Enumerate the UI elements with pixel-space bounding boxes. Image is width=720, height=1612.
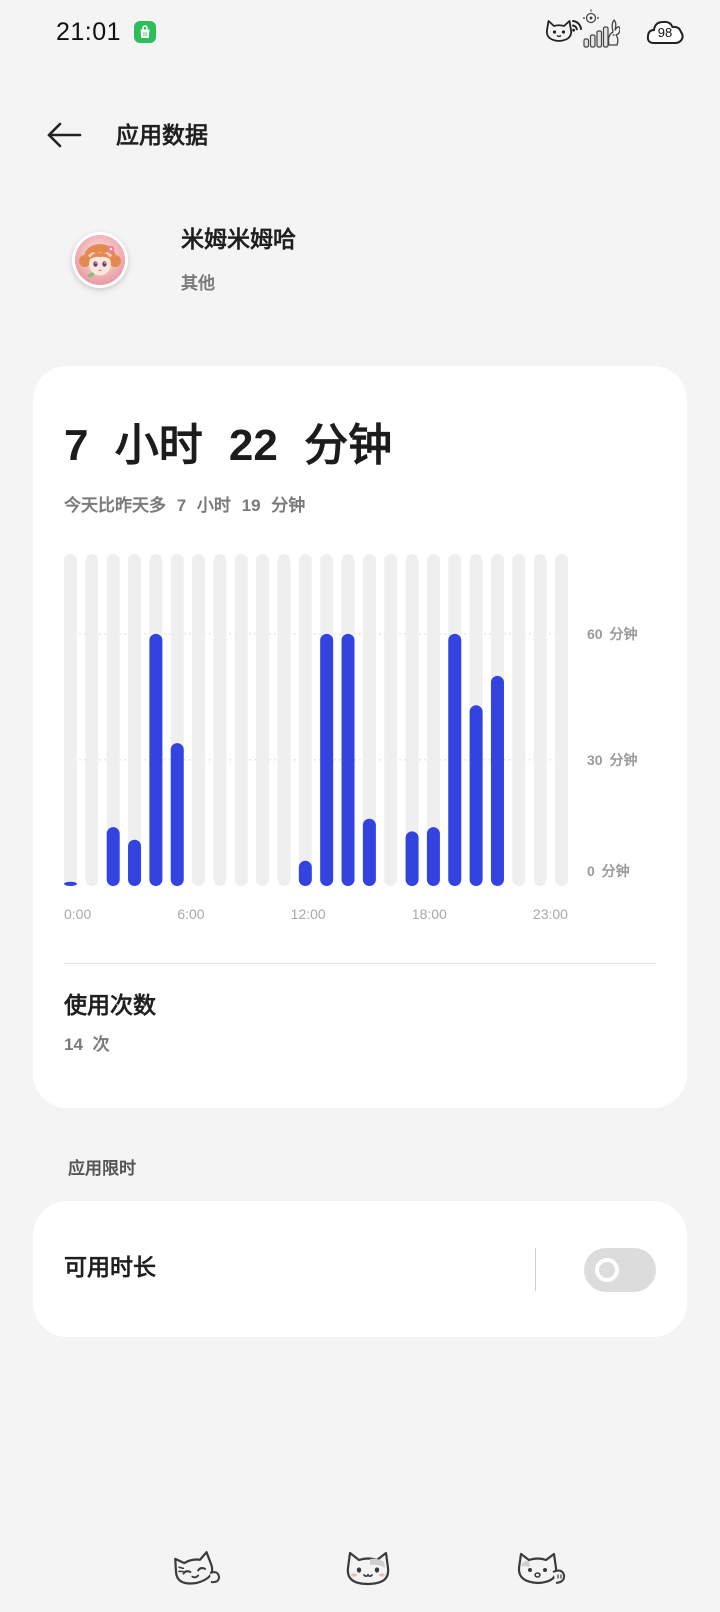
bar-track-hour-15 <box>384 554 398 886</box>
x-tick-label: 6:00 <box>177 906 205 922</box>
chart-plot-area <box>64 554 568 886</box>
usage-bar-hour-19 <box>469 705 483 886</box>
usage-comparison: 今天比昨天多 7 小时 19 分钟 <box>64 496 306 515</box>
bar-track-hour-0 <box>64 554 77 886</box>
nav-home-button[interactable] <box>340 1544 396 1592</box>
back-cat-icon <box>517 1552 566 1585</box>
usage-bar-hour-0 <box>64 881 77 886</box>
bar-track-hour-7 <box>213 554 227 886</box>
app-name: 米姆米姆哈 <box>181 226 296 252</box>
shopping-bag-icon <box>134 21 156 43</box>
home-cat-icon <box>346 1551 390 1586</box>
usage-card: 7 小时 22 分钟 今天比昨天多 7 小时 19 分钟 60 分钟 30 分钟… <box>33 366 687 1108</box>
bar-track-hour-8 <box>234 554 248 886</box>
bar-track-hour-6 <box>192 554 206 886</box>
bar-track-hour-3 <box>128 554 142 886</box>
y-tick-label-30: 30 分钟 <box>587 751 638 768</box>
nav-back-button[interactable] <box>513 1544 569 1592</box>
x-tick-label: 18:00 <box>411 906 447 922</box>
usage-bar-hour-20 <box>490 675 504 886</box>
usage-bar-hour-4 <box>149 633 163 886</box>
bar-track-hour-23 <box>555 554 568 886</box>
app-limit-section-title: 应用限时 <box>68 1159 136 1178</box>
toggle-divider <box>535 1248 536 1291</box>
usage-bar-hour-14 <box>362 818 376 886</box>
launch-count-value: 14 次 <box>64 1035 110 1054</box>
cloud-battery-icon: 98 <box>645 17 685 47</box>
app-limit-toggle[interactable] <box>584 1248 656 1292</box>
bar-track-hour-10 <box>277 554 291 886</box>
app-category: 其他 <box>181 274 215 293</box>
usage-total: 7 小时 22 分钟 <box>64 421 393 470</box>
usage-bar-hour-18 <box>448 633 462 886</box>
cat-wifi-icon <box>545 20 582 42</box>
usage-bar-hour-5 <box>170 743 184 886</box>
usage-bar-hour-16 <box>405 831 419 886</box>
bar-track-hour-21 <box>512 554 526 886</box>
x-tick-label: 0:00 <box>64 906 92 922</box>
bar-track-hour-22 <box>533 554 547 886</box>
page-title: 应用数据 <box>116 122 208 148</box>
hourly-usage-chart: 60 分钟 30 分钟 0 分钟 0:00 6:00 12:00 18:00 2… <box>64 554 664 934</box>
recents-cat-icon <box>174 1551 220 1585</box>
battery-level: 98 <box>657 25 673 40</box>
divider <box>64 963 656 964</box>
app-avatar-icon <box>72 232 128 288</box>
available-time-row[interactable]: 可用时长 <box>33 1201 687 1337</box>
back-arrow-icon <box>47 122 82 148</box>
app-limit-card: 可用时长 <box>33 1201 687 1337</box>
usage-bar-hour-13 <box>341 633 355 886</box>
cat-signal-icon <box>583 9 620 48</box>
bar-track-hour-11 <box>298 554 312 886</box>
available-time-label: 可用时长 <box>64 1254 156 1280</box>
usage-bar-hour-12 <box>320 633 334 886</box>
launch-count-label: 使用次数 <box>64 992 156 1018</box>
usage-bar-hour-11 <box>298 860 312 886</box>
usage-bar-hour-3 <box>128 839 142 886</box>
usage-bar-hour-2 <box>106 827 120 886</box>
back-button[interactable] <box>40 118 88 152</box>
y-tick-label-60: 60 分钟 <box>587 625 638 642</box>
usage-bar-hour-17 <box>426 827 440 886</box>
x-tick-label: 12:00 <box>290 906 326 922</box>
status-time: 21:01 <box>56 18 122 46</box>
y-tick-label-0: 0 分钟 <box>587 863 630 879</box>
x-axis-labels: 0:00 6:00 12:00 18:00 23:00 <box>64 904 568 924</box>
toggle-knob <box>595 1258 619 1282</box>
x-tick-label: 23:00 <box>532 906 568 922</box>
nav-recents-button[interactable] <box>167 1544 223 1592</box>
bar-track-hour-9 <box>256 554 270 886</box>
bar-track-hour-1 <box>85 554 99 886</box>
